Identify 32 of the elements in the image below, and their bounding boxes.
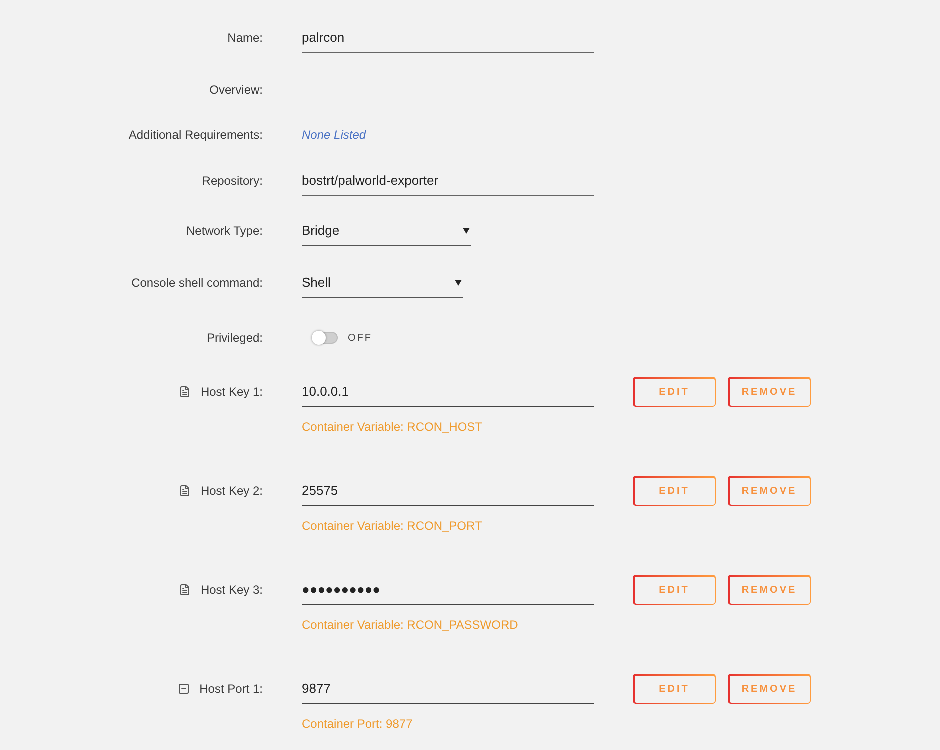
field-label: Repository: bbox=[202, 173, 263, 190]
input-field[interactable]: 9877 bbox=[302, 674, 594, 704]
input-field[interactable]: palrcon bbox=[302, 23, 594, 53]
field-label: Privileged: bbox=[206, 330, 263, 347]
input-field[interactable]: ●●●●●●●●●● bbox=[302, 575, 594, 605]
toggle-state: OFF bbox=[348, 332, 372, 346]
minus-square-icon bbox=[178, 683, 190, 695]
document-icon bbox=[178, 584, 191, 596]
container-hint: Container Variable: RCON_HOST bbox=[302, 419, 483, 436]
container-hint: Container Variable: RCON_PASSWORD bbox=[302, 617, 518, 634]
field-label: Host Port 1: bbox=[200, 681, 263, 698]
select-field[interactable]: Shell bbox=[302, 268, 463, 298]
document-icon bbox=[178, 386, 191, 398]
field-label: Host Key 3: bbox=[200, 582, 263, 599]
document-icon bbox=[178, 485, 191, 497]
caret-icon bbox=[463, 228, 470, 234]
input-field[interactable]: 25575 bbox=[302, 476, 594, 506]
field-label: Host Key 1: bbox=[200, 384, 263, 401]
field-label: Additional Requirements: bbox=[128, 127, 263, 144]
input-field[interactable]: bostrt/palworld-exporter bbox=[302, 166, 594, 196]
privileged-toggle[interactable] bbox=[312, 332, 338, 344]
field-label: Console shell command: bbox=[132, 275, 263, 292]
field-label: Host Key 2: bbox=[200, 483, 263, 500]
field-label: Name: bbox=[228, 30, 263, 47]
caret-icon bbox=[455, 280, 462, 286]
field-label: Overview: bbox=[210, 82, 263, 99]
container-hint: Container Variable: RCON_PORT bbox=[302, 518, 482, 535]
container-hint: Container Port: 9877 bbox=[302, 716, 413, 733]
input-field[interactable]: 10.0.0.1 bbox=[302, 377, 594, 407]
requirements-link[interactable]: None Listed bbox=[302, 126, 366, 144]
field-label: Network Type: bbox=[186, 223, 263, 240]
select-field[interactable]: Bridge bbox=[302, 216, 471, 246]
